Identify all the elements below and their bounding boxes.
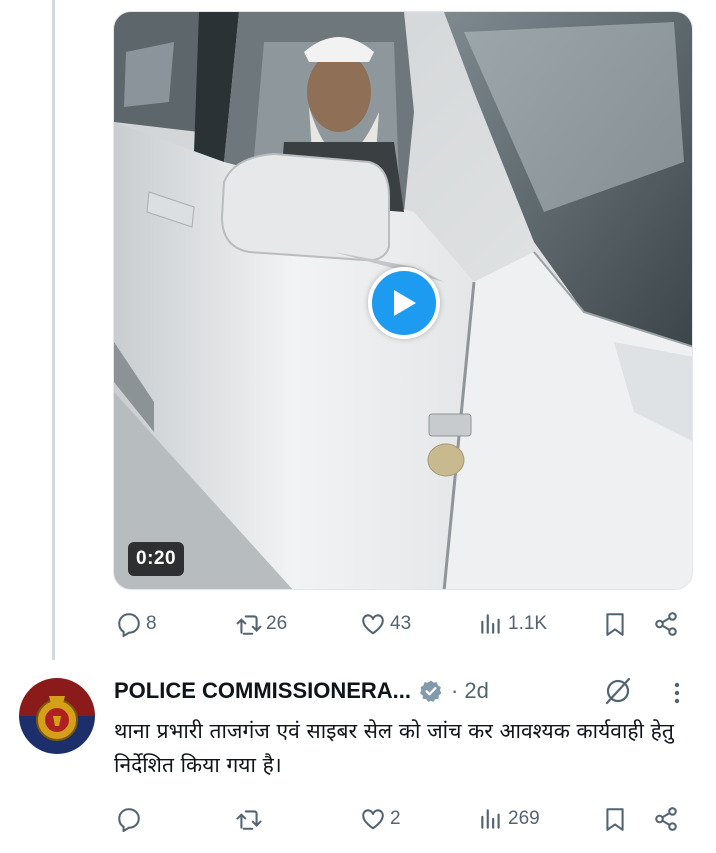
tweet-text: थाना प्रभारी ताजगंज एवं साइबर सेल को जां… [114, 719, 674, 777]
like-icon [362, 614, 384, 635]
views-count: 269 [508, 808, 540, 829]
thread-line [52, 0, 55, 660]
repost-button[interactable]: 26 [236, 611, 287, 637]
repost-button[interactable] [236, 806, 266, 832]
police-emblem-icon [19, 678, 95, 754]
repost-count: 26 [266, 613, 288, 634]
views-button[interactable]: 1.1K [478, 611, 547, 637]
share-button[interactable] [653, 806, 679, 832]
bookmark-icon [606, 808, 624, 831]
avatar[interactable] [19, 678, 95, 754]
like-button[interactable]: 2 [360, 806, 401, 832]
grok-icon[interactable] [603, 676, 633, 706]
tweet-age[interactable]: 2d [464, 678, 488, 704]
reply-button[interactable] [116, 806, 146, 832]
like-icon [362, 809, 384, 830]
video-player[interactable]: 0:20 [113, 11, 693, 590]
play-icon [394, 290, 416, 316]
reply-button[interactable]: 8 [116, 611, 157, 637]
video-duration: 0:20 [128, 542, 185, 576]
share-icon [655, 612, 677, 636]
like-count: 43 [390, 613, 412, 634]
reply-count: 8 [146, 613, 157, 634]
views-icon [481, 809, 500, 829]
share-icon [655, 807, 677, 831]
verified-icon [420, 680, 442, 702]
like-count: 2 [390, 808, 401, 829]
repost-icon [236, 810, 262, 830]
like-button[interactable]: 43 [360, 611, 411, 637]
bookmark-button[interactable] [602, 611, 628, 637]
play-button[interactable] [368, 267, 440, 339]
bookmark-icon [606, 613, 624, 636]
reply-icon [118, 808, 140, 832]
views-count: 1.1K [508, 613, 548, 634]
repost-icon [236, 615, 262, 635]
reply-icon [118, 613, 140, 637]
more-icon[interactable] [665, 678, 689, 708]
author-name[interactable]: POLICE COMMISSIONERA... [114, 678, 411, 704]
views-button[interactable]: 269 [478, 806, 540, 832]
bookmark-button[interactable] [602, 806, 628, 832]
separator-dot: · [451, 678, 459, 703]
share-button[interactable] [653, 611, 679, 637]
views-icon [481, 614, 500, 634]
